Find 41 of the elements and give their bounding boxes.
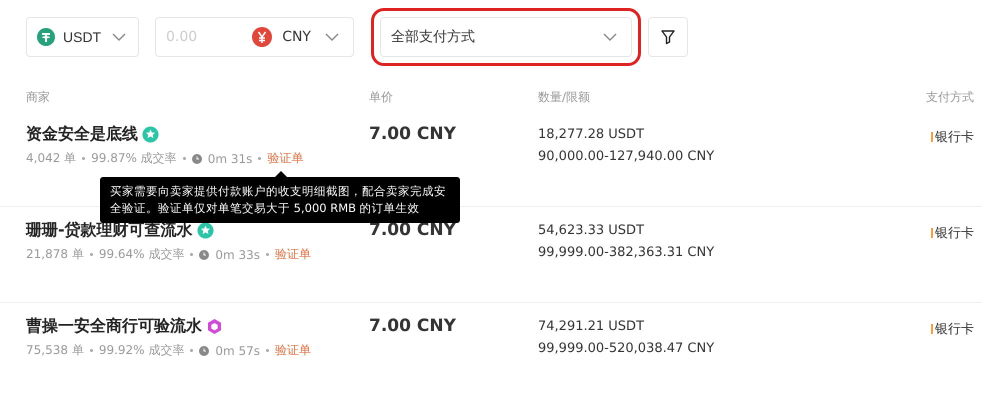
- column-header: 支付方式: [925, 89, 975, 106]
- order-limit: 99,999.00-382,363.31 CNY: [538, 244, 716, 262]
- clock-icon: [199, 346, 210, 356]
- payment-method: 银行卡: [935, 225, 974, 242]
- filter-icon: [660, 29, 676, 45]
- completion-rate: 99.87% 成交率: [91, 150, 177, 167]
- filter-button[interactable]: [648, 17, 688, 57]
- hexagon-badge-icon: [206, 318, 223, 334]
- release-time: 0m 33s: [215, 248, 260, 262]
- unit-price: 7.00 CNY: [369, 315, 457, 338]
- tether-icon: [37, 28, 55, 46]
- merchant-name[interactable]: 曹操一安全商行可验流水: [26, 316, 202, 336]
- column-header: 商家: [26, 89, 51, 106]
- release-time: 0m 57s: [215, 344, 260, 358]
- order-limit: 90,000.00-127,940.00 CNY: [538, 148, 716, 166]
- chevron-down-icon: [112, 33, 126, 41]
- payment-method: 银行卡: [935, 129, 974, 146]
- chevron-down-icon: [603, 33, 617, 41]
- order-count: 21,878 单: [26, 246, 84, 263]
- order-count: 75,538 单: [26, 342, 84, 359]
- available-amount: 18,277.28 USDT: [538, 126, 646, 144]
- star-badge-icon: [142, 126, 159, 142]
- column-header: 单价: [369, 89, 394, 106]
- chevron-down-icon: [325, 33, 339, 41]
- unit-price: 7.00 CNY: [369, 123, 457, 146]
- column-header: 数量/限额: [538, 89, 592, 106]
- clock-icon: [199, 250, 210, 260]
- payment-method: 银行卡: [935, 321, 974, 338]
- order-limit: 99,999.00-520,038.47 CNY: [538, 340, 716, 358]
- tooltip: 买家需要向卖家提供付款账户的收支明细截图，配合卖家完成安全验证。验证单仅对单笔交易大于 5,000 RMB 的订单生效: [100, 171, 460, 223]
- yuan-icon: [252, 27, 272, 47]
- merchant-name[interactable]: 资金安全是底线: [26, 124, 138, 144]
- crypto-select[interactable]: USDT: [26, 17, 139, 57]
- star-badge-icon: [196, 222, 214, 238]
- available-amount: 74,291.21 USDT: [538, 318, 646, 336]
- clock-icon: [192, 154, 202, 164]
- completion-rate: 99.64% 成交率: [98, 246, 184, 263]
- release-time: 0m 31s: [208, 152, 252, 166]
- order-count: 4,042 单: [26, 150, 76, 167]
- available-amount: 54,623.33 USDT: [538, 222, 646, 240]
- completion-rate: 99.92% 成交率: [98, 342, 184, 359]
